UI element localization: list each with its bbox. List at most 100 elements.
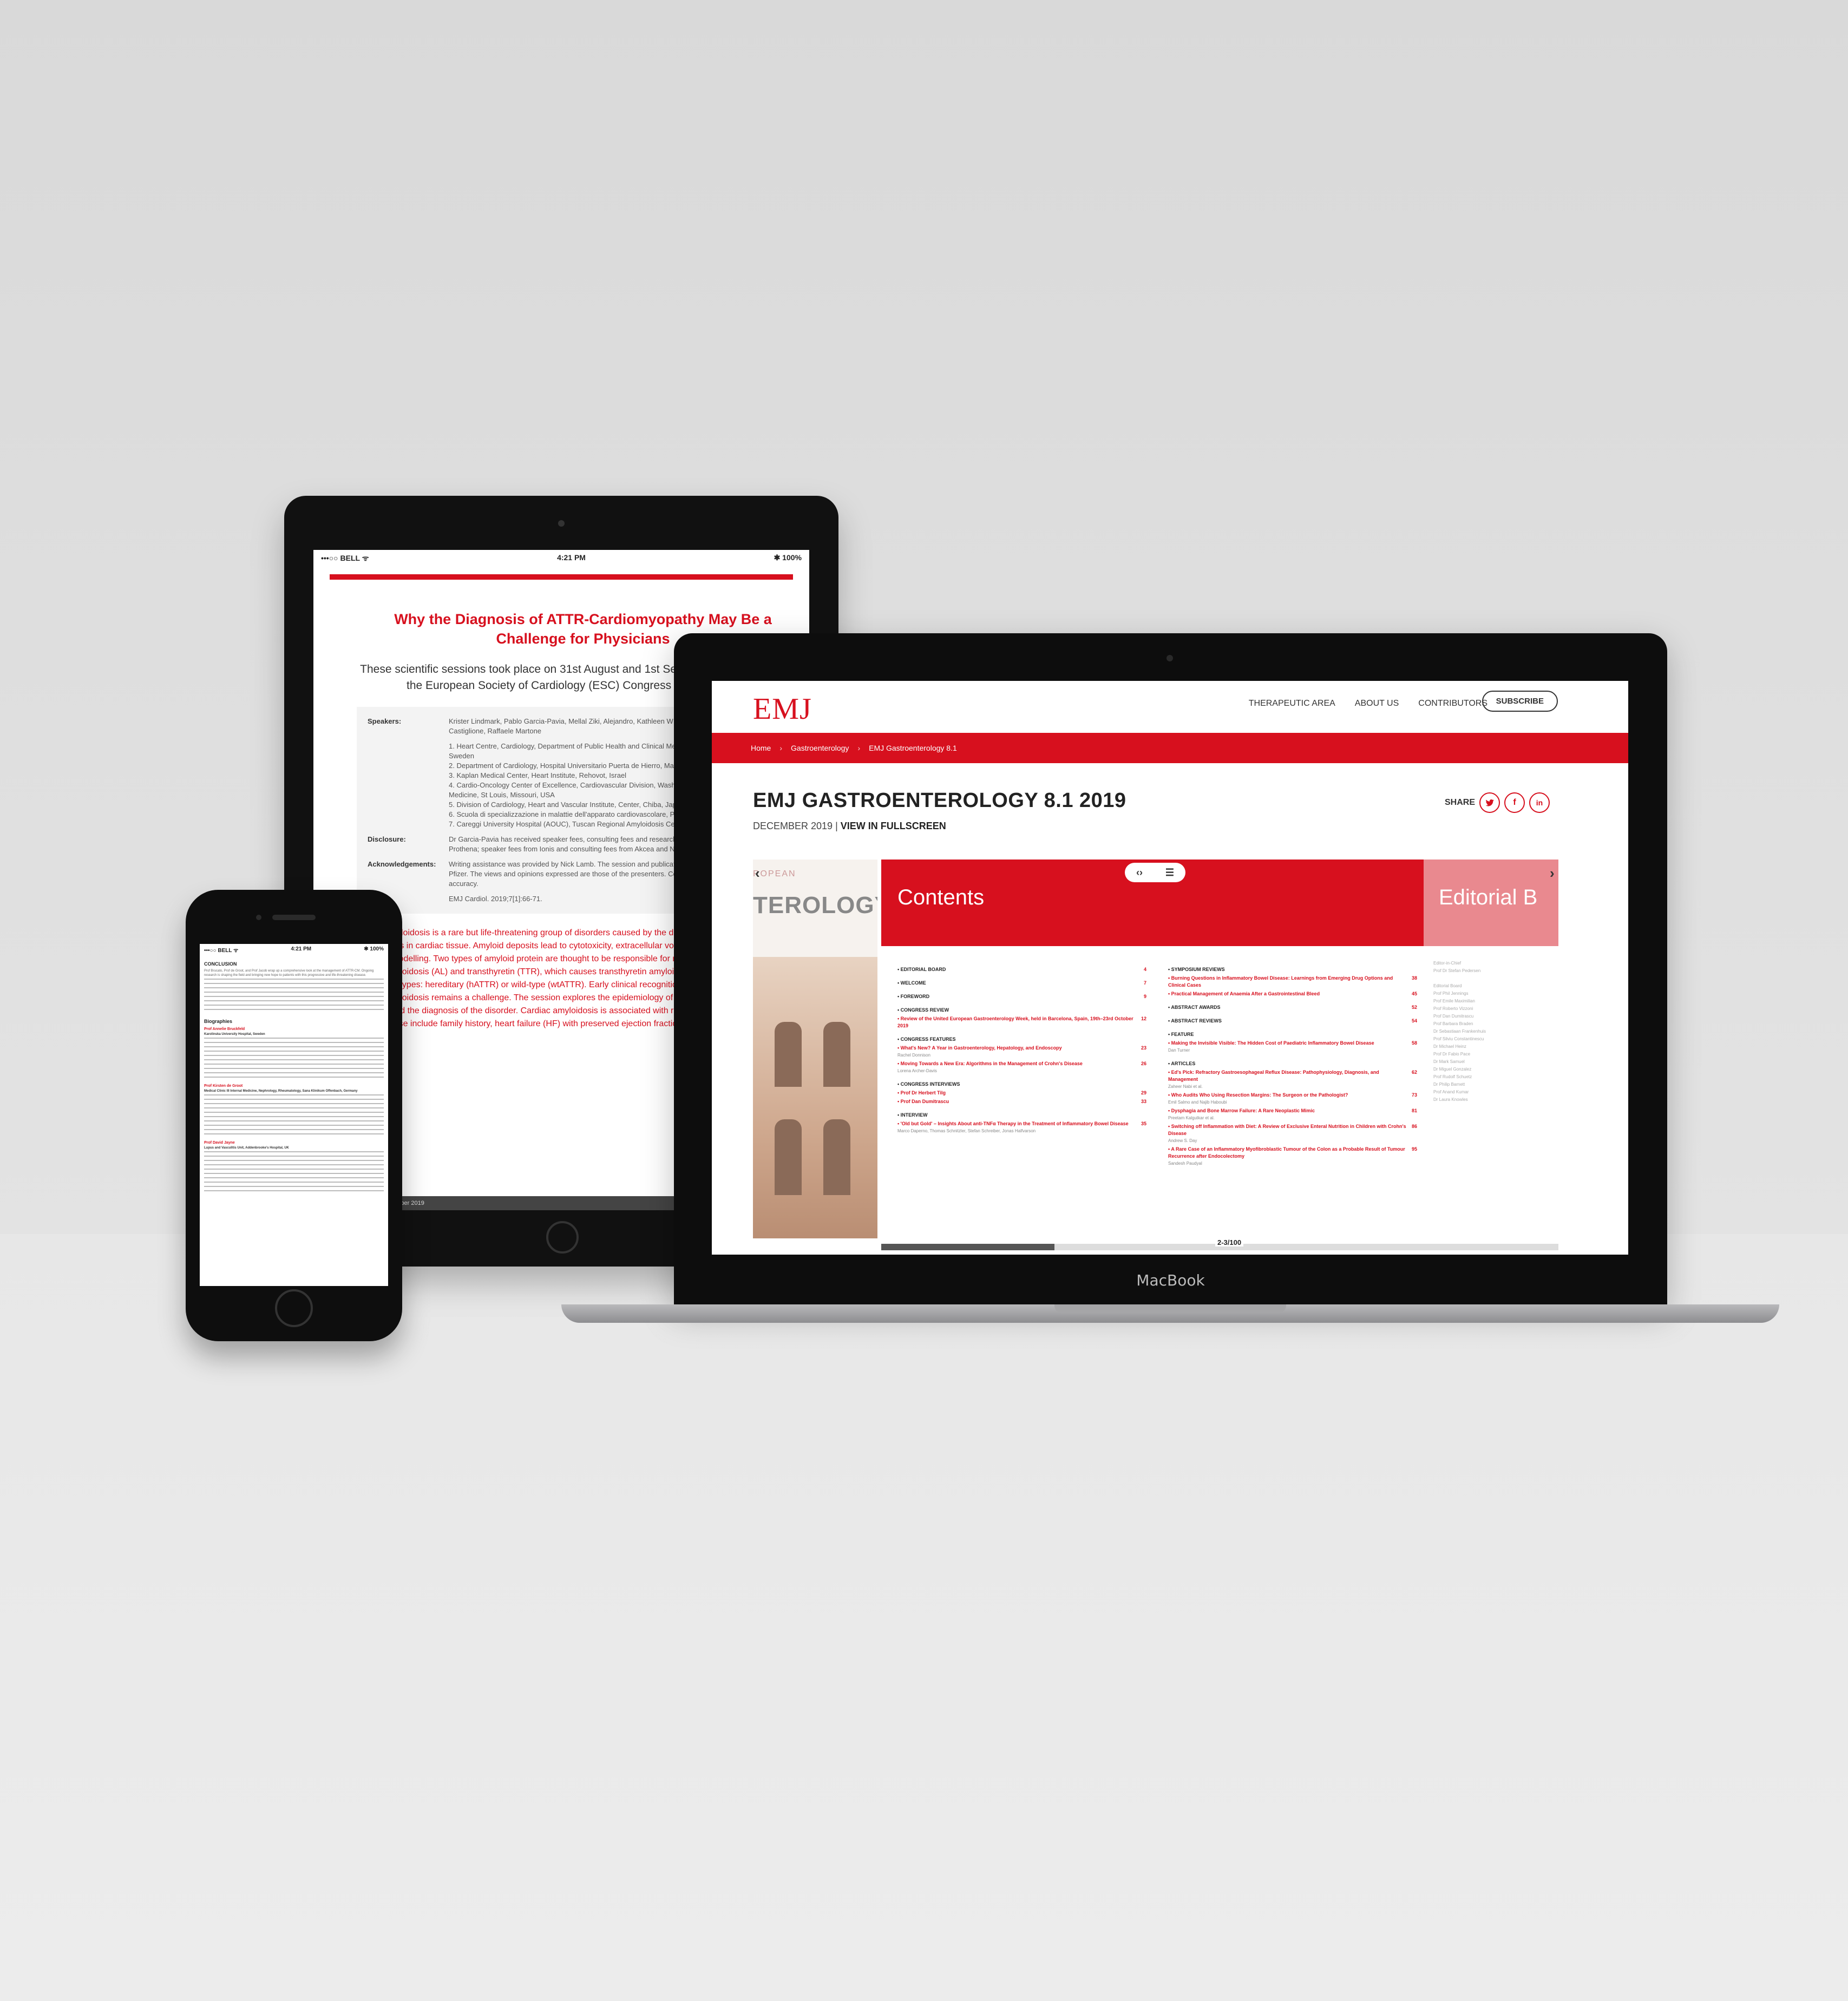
toc-entry[interactable]: • Making the Invisible Visible: The Hidd… (1168, 1040, 1417, 1047)
breadcrumb-gastroenterology[interactable]: Gastroenterology (791, 744, 849, 752)
toc-entry[interactable]: • Review of the United European Gastroen… (897, 1015, 1146, 1029)
toc-page-number: 86 (1411, 1124, 1417, 1129)
toc-entry[interactable]: • Dysphagia and Bone Marrow Failure: A R… (1168, 1107, 1417, 1114)
phone-carrier: •••○○ BELL ᯤ (204, 948, 239, 954)
cover-masthead: TEROLOGY (753, 892, 877, 919)
toc-entry[interactable]: • Practical Management of Anaemia After … (1168, 990, 1417, 998)
code-view-icon[interactable]: ‹› (1136, 867, 1143, 878)
editorial-board-list: Editor-in-Chief Prof Dr Stefan Pedersen … (1433, 961, 1486, 1102)
bio-filler (204, 1151, 384, 1195)
toc-author: Sandesh Paudyal (1168, 1161, 1202, 1166)
background-floor (0, 1234, 1848, 2001)
acknowledgements-label: Acknowledgements: (368, 860, 436, 868)
bio-name: Prof Kirsten de Groot (204, 1084, 243, 1088)
nav-about-us[interactable]: ABOUT US (1355, 699, 1399, 708)
issue-meta: DECEMBER 2019 | VIEW IN FULLSCREEN (753, 821, 946, 832)
main-nav: THERAPEUTIC AREA ABOUT US CONTRIBUTORS (1249, 699, 1487, 708)
toc-author: Marco Daperno, Thomas Schnitzler, Stefan… (897, 1129, 1036, 1133)
phone-home-button[interactable] (275, 1289, 313, 1327)
toc-label: • Prof Dan Dumitrascu (897, 1099, 949, 1104)
tablet-status-bar: •••○○ BELL ᯤ 4:21 PM ✱ 100% (313, 550, 809, 567)
page-title: EMJ GASTROENTEROLOGY 8.1 2019 (753, 789, 1126, 812)
tablet-home-button[interactable] (546, 1221, 579, 1254)
nav-contributors[interactable]: CONTRIBUTORS (1418, 699, 1487, 708)
toc-label: • ABSTRACT REVIEWS (1168, 1018, 1222, 1024)
list-view-icon[interactable]: ☰ (1165, 867, 1174, 878)
contents-header: ‹› ☰ Contents (881, 860, 1424, 946)
cover-building-window (823, 1022, 850, 1087)
toc-entry[interactable]: • Prof Dan Dumitrascu 33 (897, 1098, 1146, 1105)
toc-section: • CONGRESS REVIEW (897, 1007, 1146, 1014)
next-page-header: Editorial B (1424, 860, 1558, 946)
view-fullscreen-link[interactable]: VIEW IN FULLSCREEN (841, 821, 946, 831)
toc-label: • Ed's Pick: Refractory Gastroesophageal… (1168, 1070, 1379, 1082)
toc-label: • FEATURE (1168, 1032, 1194, 1037)
toc-label: • Review of the United European Gastroen… (897, 1016, 1133, 1028)
next-page-chevron-icon[interactable]: › (1550, 865, 1555, 882)
toc-entry[interactable]: • What's New? A Year in Gastroenterology… (897, 1045, 1146, 1052)
toc-section: • FOREWORD 9 (897, 993, 1146, 1000)
toc-section: • INTERVIEW (897, 1112, 1146, 1119)
bio-name: Prof David Jayne (204, 1141, 235, 1145)
tablet-battery: ✱ 100% (774, 553, 802, 562)
laptop-brand: MacBook (1136, 1271, 1205, 1289)
meta-divider: | (835, 821, 838, 831)
toc-label: • Practical Management of Anaemia After … (1168, 991, 1320, 996)
bio-affiliation: Lupus and Vasculitis Unit, Addenbrooke's… (204, 1146, 289, 1150)
toc-label: • FOREWORD (897, 994, 930, 999)
toc-author: Rachel Donnison (897, 1053, 930, 1058)
cover-building-window (775, 1119, 802, 1195)
toc-page-number: 58 (1411, 1040, 1417, 1046)
phone-battery: ✱ 100% (364, 946, 384, 952)
toc-entry[interactable]: • A Rare Case of an Inflammatory Myofibr… (1168, 1146, 1417, 1160)
bio-name: Prof Annelie Bruckfeld (204, 1027, 245, 1031)
breadcrumb-home[interactable]: Home (751, 744, 771, 752)
phone-camera-icon (256, 915, 261, 920)
toc-section: • FEATURE (1168, 1031, 1417, 1038)
linkedin-icon[interactable]: in (1529, 792, 1550, 813)
breadcrumb-current: EMJ Gastroenterology 8.1 (869, 744, 957, 752)
toc-page-number: 23 (1141, 1045, 1146, 1051)
subscribe-button[interactable]: SUBSCRIBE (1482, 691, 1558, 712)
issue-date: DECEMBER 2019 (753, 821, 833, 831)
toc-entry[interactable]: • Ed's Pick: Refractory Gastroesophageal… (1168, 1069, 1417, 1083)
toc-label: • Burning Questions in Inflammatory Bowe… (1168, 975, 1393, 988)
toc-label: • 'Old but Gold' – Insights About anti-T… (897, 1121, 1129, 1126)
toc-label: • INTERVIEW (897, 1112, 928, 1118)
tablet-time: 4:21 PM (557, 553, 586, 562)
laptop-notch (1054, 1304, 1286, 1313)
toc-entry[interactable]: • Prof Dr Herbert Tilg 29 (897, 1090, 1146, 1097)
toc-page-number: 35 (1141, 1121, 1146, 1126)
toc-page-number: 7 (1143, 980, 1146, 986)
emj-logo[interactable]: EMJ (753, 692, 812, 726)
toc-label: • What's New? A Year in Gastroenterology… (897, 1045, 1062, 1051)
cover-building-window (823, 1119, 850, 1195)
toc-entry[interactable]: • Switching off Inflammation with Diet: … (1168, 1123, 1417, 1137)
nav-therapeutic-area[interactable]: THERAPEUTIC AREA (1249, 699, 1335, 708)
prev-page-chevron-icon[interactable]: ‹ (755, 865, 760, 882)
toc-entry[interactable]: • Who Audits Who Using Resection Margins… (1168, 1092, 1417, 1099)
toc-label: • Dysphagia and Bone Marrow Failure: A R… (1168, 1108, 1315, 1113)
toc-label: • EDITORIAL BOARD (897, 967, 946, 972)
page-counter: 2-3/100 (1215, 1238, 1244, 1246)
twitter-icon[interactable] (1479, 792, 1500, 813)
toc-page-number: 38 (1411, 975, 1417, 981)
toc-right-column: • SYMPOSIUM REVIEWS • Burning Questions i… (1168, 960, 1417, 1167)
toc-entry[interactable]: • Moving Towards a New Era: Algorithms i… (897, 1060, 1146, 1067)
toc-page-number: 45 (1411, 991, 1417, 996)
toc-page-number: 12 (1141, 1016, 1146, 1021)
toc-page-number: 29 (1141, 1090, 1146, 1095)
toc-entry[interactable]: • 'Old but Gold' – Insights About anti-T… (897, 1120, 1146, 1127)
toc-section: • ARTICLES (1168, 1060, 1417, 1067)
toc-page-number: 33 (1141, 1099, 1146, 1104)
breadcrumb: Home › Gastroenterology › EMJ Gastroente… (712, 733, 1628, 763)
toc-entry[interactable]: • Burning Questions in Inflammatory Bowe… (1168, 975, 1417, 989)
breadcrumb-separator: › (779, 744, 783, 752)
toc-section: • WELCOME 7 (897, 980, 1146, 987)
laptop-device: EMJ THERAPEUTIC AREA ABOUT US CONTRIBUTO… (674, 633, 1667, 1304)
toc-section: • ABSTRACT AWARDS 52 (1168, 1004, 1417, 1011)
facebook-icon[interactable]: f (1504, 792, 1525, 813)
site-header: EMJ THERAPEUTIC AREA ABOUT US CONTRIBUTO… (712, 681, 1628, 733)
toc-label: • ARTICLES (1168, 1061, 1196, 1066)
phone-speaker (272, 915, 316, 920)
